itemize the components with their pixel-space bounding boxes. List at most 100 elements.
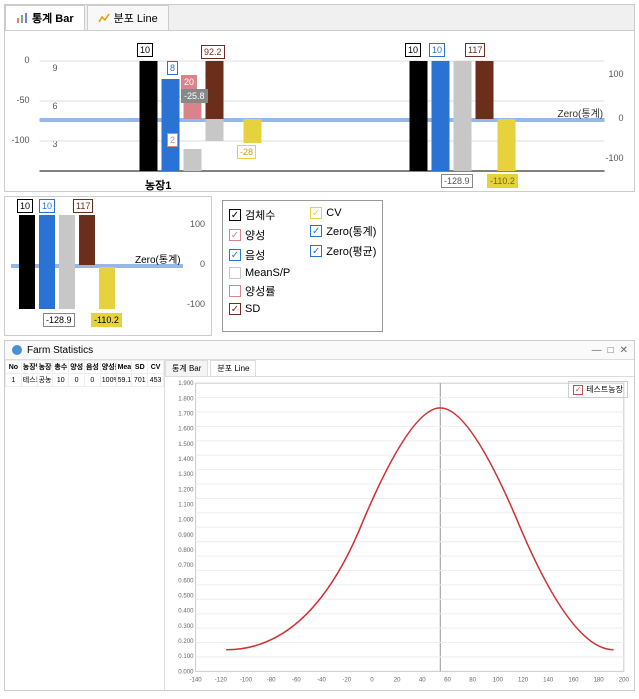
table-row[interactable]: 1테스트농장공농장1000100%59.1701453 (6, 374, 164, 387)
table-header[interactable]: SD (132, 361, 148, 374)
axis-left-0: 0 (24, 55, 29, 65)
val-g1-rate: 20 (181, 75, 197, 89)
x-tick: -100 (240, 677, 253, 684)
val-g1-count: 10 (137, 43, 153, 57)
stats-panel: 통계 Bar 분포 Line 0 -50 -100 9 6 3 100 0 -1… (4, 4, 635, 192)
y-tick: 0.700 (178, 562, 194, 569)
x-tick: -120 (215, 677, 228, 684)
mini-v3: 117 (73, 199, 93, 213)
x-tick: -140 (189, 677, 202, 684)
axis-right-100: 100 (608, 69, 623, 79)
y-tick: 1.600 (178, 426, 194, 433)
tab-stats-bar-label: 통계 Bar (32, 10, 74, 26)
bar-chart-area: 0 -50 -100 9 6 3 100 0 -100 Zero(통계) (5, 31, 634, 191)
table-cell: 0 (69, 374, 85, 387)
val-g2-count: 10 (405, 43, 421, 57)
legend-item[interactable]: ✓Zero(평균) (310, 243, 376, 259)
legend-item[interactable]: ✓Zero(통계) (310, 223, 376, 239)
legend-label: 양성 (245, 227, 265, 243)
y-tick: 0.600 (178, 577, 194, 584)
series-legend[interactable]: ✓ 테스트농장 (568, 381, 628, 398)
table-header[interactable]: 농장명 (21, 361, 37, 374)
close-button[interactable]: ✕ (620, 345, 628, 356)
chart-tabs: 통계 Bar 분포 Line (5, 5, 634, 31)
legend-item[interactable]: MeanS/P (229, 267, 290, 279)
table-header[interactable]: No (6, 361, 22, 374)
window-titlebar: Farm Statistics — □ ✕ (5, 341, 634, 360)
y-tick: 0.800 (178, 547, 194, 554)
lower-tab-line[interactable]: 분포 Line (210, 360, 256, 376)
svg-text:-100: -100 (187, 299, 205, 309)
val-g2-sd: 117 (465, 43, 485, 57)
svg-text:0: 0 (200, 259, 205, 269)
y-tick: 0.000 (178, 668, 194, 675)
y-tick: 1.400 (178, 456, 194, 463)
legend-item[interactable]: ✓검체수 (229, 207, 290, 223)
distribution-line-chart: ✓ 테스트농장 (165, 377, 634, 696)
minimize-button[interactable]: — (592, 345, 602, 356)
x-tick: 160 (568, 677, 579, 684)
x-tick: 100 (493, 677, 504, 684)
checkbox-icon: ✓ (310, 225, 322, 237)
tab-dist-line[interactable]: 분포 Line (87, 5, 169, 30)
x-tick: 60 (444, 677, 451, 684)
y-tick: 0.200 (178, 638, 194, 645)
data-grid-panel: No농장명농장주총수양성음성양성률MeanS/PSDCV 1테스트농장공농장10… (5, 360, 165, 690)
table-header[interactable]: MeanS/P (116, 361, 132, 374)
lower-tab-bar[interactable]: 통계 Bar (165, 360, 208, 376)
maximize-button[interactable]: □ (608, 345, 614, 356)
table-cell: 테스트농장 (21, 374, 37, 387)
table-header[interactable]: 음성 (84, 361, 100, 374)
table-header[interactable]: 농장주 (37, 361, 53, 374)
val-g1-neg: 2 (167, 133, 178, 147)
axis-inner-6: 6 (52, 101, 57, 111)
y-tick: 1.800 (178, 395, 194, 402)
legend-item[interactable]: ✓SD (229, 303, 290, 315)
x-tick: -60 (292, 677, 301, 684)
axis-left-100: -100 (11, 135, 29, 145)
val-g1-sd: 92.2 (201, 45, 225, 59)
table-header[interactable]: CV (148, 361, 164, 374)
legend-item[interactable]: ✓음성 (229, 247, 290, 263)
table-header[interactable]: 총수 (53, 361, 69, 374)
app-icon (11, 344, 23, 356)
val-g1-mean: -25.8 (181, 89, 208, 103)
bar-chart-icon (16, 12, 28, 24)
checkbox-icon: ✓ (229, 209, 241, 221)
mini-v1: 10 (17, 199, 33, 213)
legend-label: CV (326, 207, 341, 219)
tab-stats-bar[interactable]: 통계 Bar (5, 5, 85, 30)
legend-item[interactable]: ✓CV (310, 207, 376, 219)
x-tick: 0 (370, 677, 374, 684)
axis-left-50: -50 (16, 95, 29, 105)
x-tick: -80 (267, 677, 276, 684)
table-header[interactable]: 양성 (69, 361, 85, 374)
y-tick: 0.300 (178, 623, 194, 630)
checkbox-icon: ✓ (229, 249, 241, 261)
y-tick: 1.700 (178, 411, 194, 418)
legend-label: SD (245, 303, 260, 315)
mini-barchart: 100 0 -100 Zero(통계) 10 10 117 -128.9 -11… (4, 196, 212, 336)
checkbox-icon: ✓ (229, 229, 241, 241)
y-tick: 1.200 (178, 486, 194, 493)
group1-label: 농장1 (145, 177, 171, 193)
legend-panel: ✓검체수✓양성✓음성MeanS/P양성률✓SD ✓CV✓Zero(통계)✓Zer… (222, 200, 383, 332)
farm-data-table: No농장명농장주총수양성음성양성률MeanS/PSDCV 1테스트농장공농장10… (5, 360, 164, 387)
axis-right-n100: -100 (605, 153, 623, 163)
x-tick: 120 (518, 677, 529, 684)
line-chart-icon (98, 12, 110, 24)
legend-item[interactable]: ✓ 양성 (229, 227, 290, 243)
table-header[interactable]: 양성률 (100, 361, 116, 374)
table-cell: 701 (132, 374, 148, 387)
legend-label: MeanS/P (245, 267, 290, 279)
x-tick: -40 (317, 677, 326, 684)
val-g1-cv: -28 (237, 145, 256, 159)
y-tick: 1.900 (178, 380, 194, 387)
legend-item[interactable]: 양성률 (229, 283, 290, 299)
val-g1-pos: 8 (167, 61, 178, 75)
zero-line-label: Zero(통계) (558, 108, 604, 120)
x-tick: -20 (342, 677, 351, 684)
x-tick: 40 (419, 677, 426, 684)
legend-label: 양성률 (245, 283, 275, 299)
x-tick: 140 (543, 677, 554, 684)
